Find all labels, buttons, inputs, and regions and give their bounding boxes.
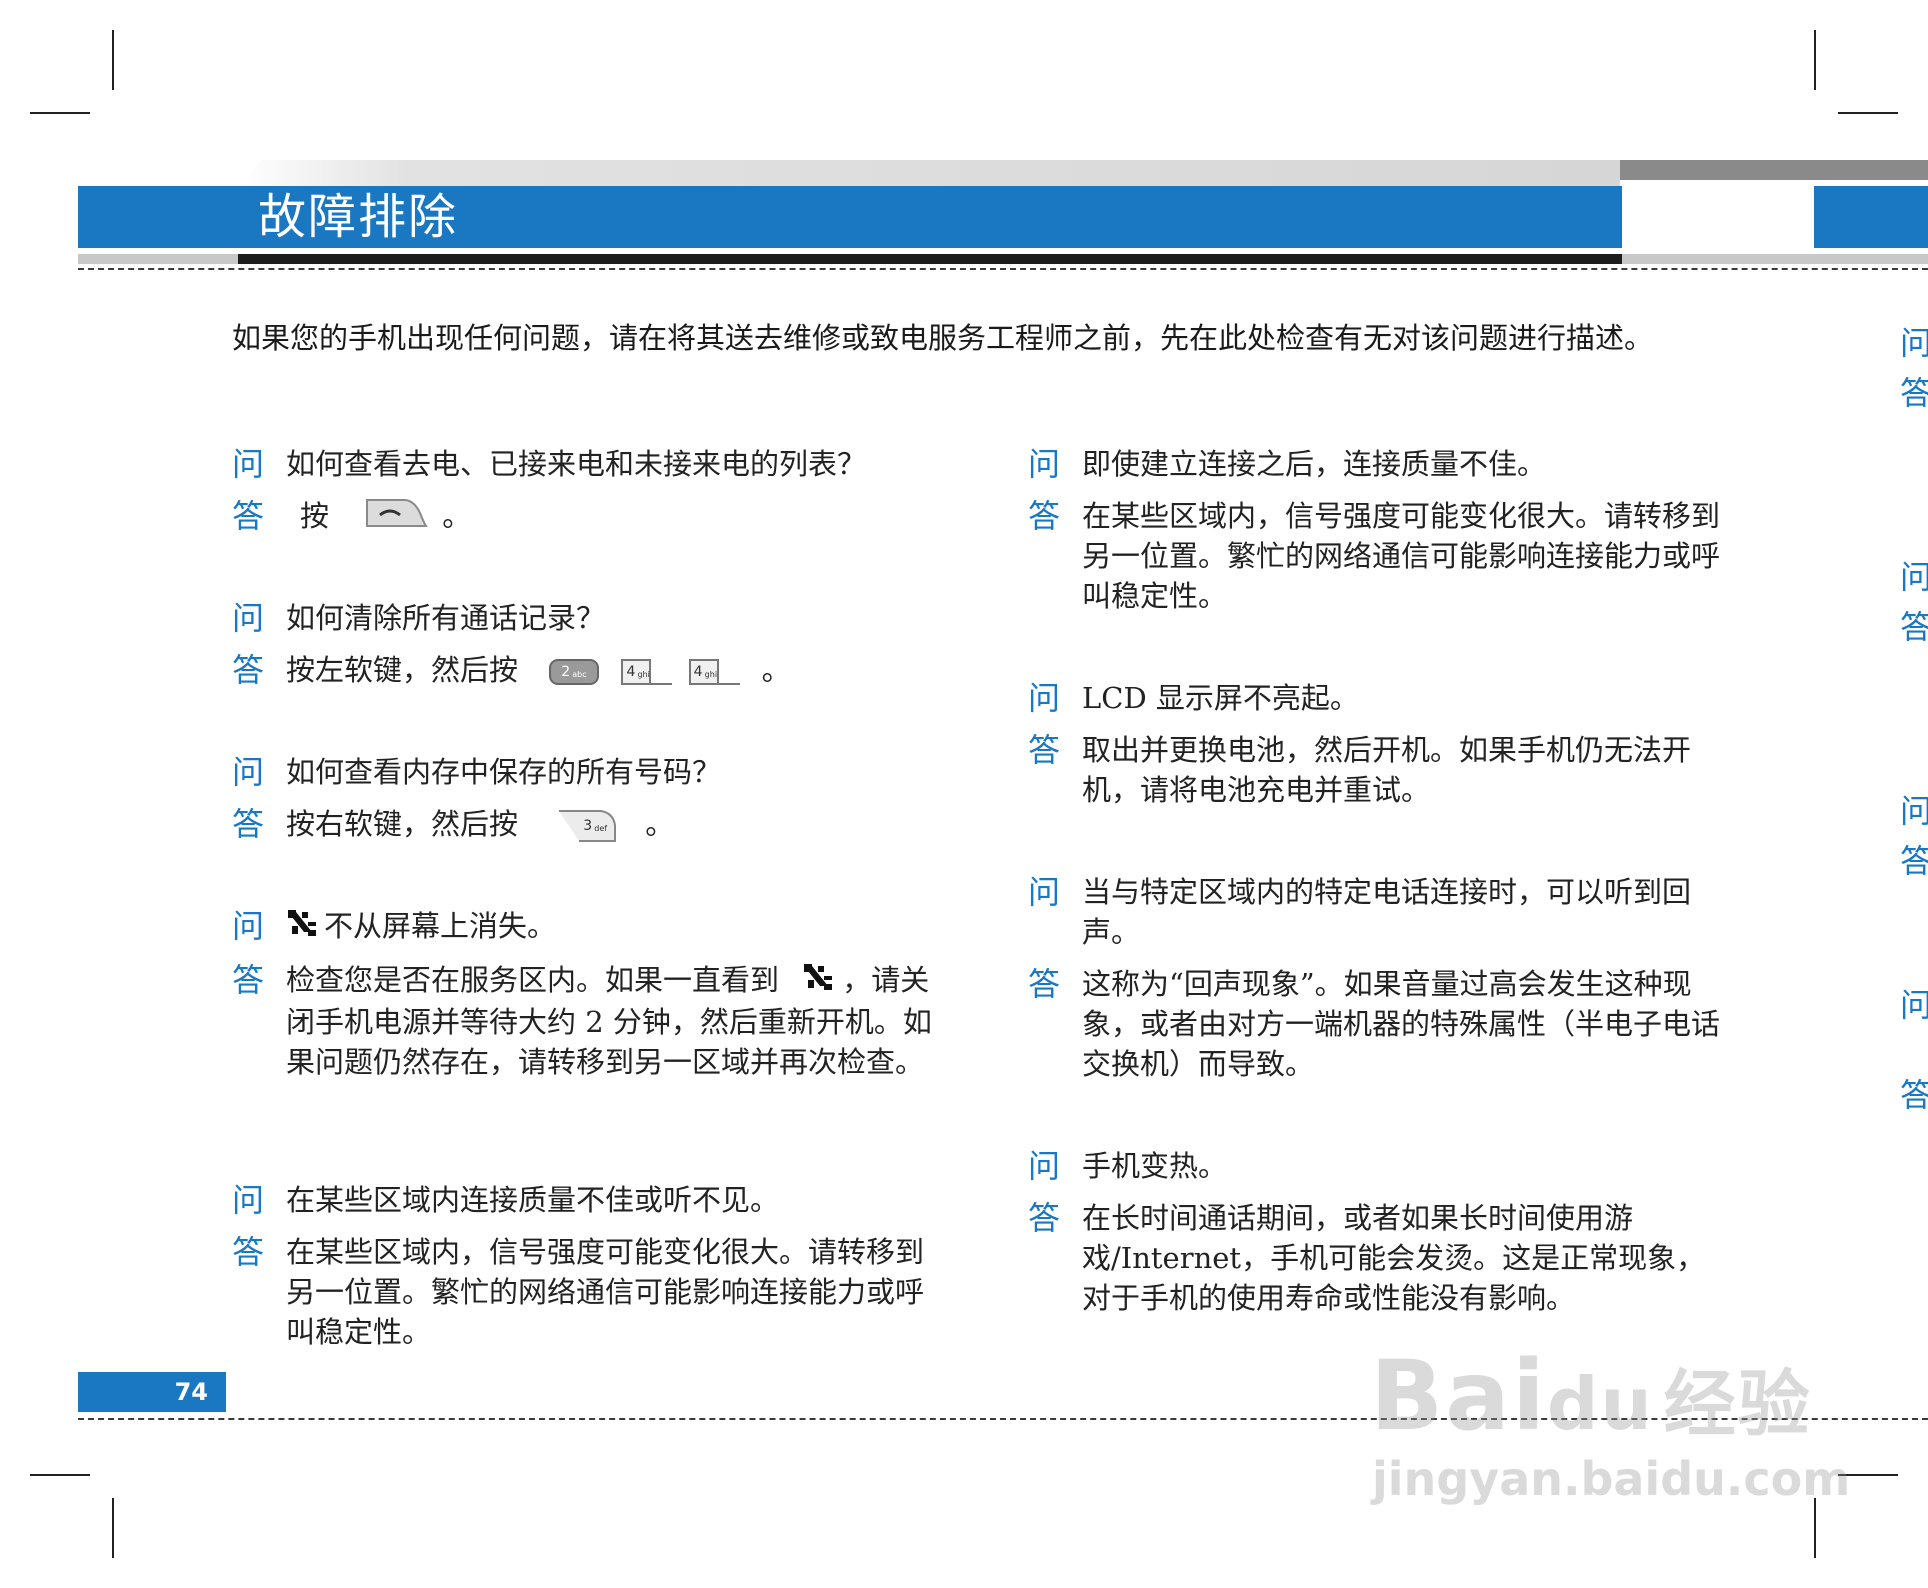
qa-item: 问如何清除所有通话记录？ 答按左软键，然后按 2 abc 4 ghi 4 ghi… xyxy=(232,598,932,690)
answer-marker: 答 xyxy=(1028,1199,1061,1237)
answer-suffix: 。 xyxy=(645,807,675,841)
crop-mark xyxy=(1838,112,1898,114)
answer-text: 检查您是否在服务区内。如果一直看到 xyxy=(286,963,780,997)
edge-question-marker: 问 xyxy=(1900,986,1928,1024)
answer-text: 取出并更换电池，然后开机。如果手机仍无法开机，请将电池充电并重试。 xyxy=(1082,733,1692,807)
crop-mark xyxy=(1814,30,1816,90)
crop-mark xyxy=(112,1498,114,1558)
page-number: 74 xyxy=(78,1372,226,1412)
answer-marker: 答 xyxy=(232,497,265,535)
crop-mark xyxy=(1814,1498,1816,1558)
qa-item: 问 LCD 显示屏不亮起。 答取出并更换电池，然后开机。如果手机仍无法开机，请将电… xyxy=(1028,678,1728,810)
send-key-icon xyxy=(364,497,429,539)
answer-marker: 答 xyxy=(232,1233,265,1271)
key-4-icon: 4 ghi xyxy=(688,658,742,686)
question-text: 不从屏幕上消失。 xyxy=(324,909,557,943)
key-2-icon: 2 abc xyxy=(549,658,600,686)
question-text: 如何查看去电、已接来电和未接来电的列表？ xyxy=(286,447,867,481)
banner-strip xyxy=(238,254,1622,264)
banner-strip xyxy=(78,254,238,264)
answer-suffix: 。 xyxy=(761,653,791,687)
question-text: LCD 显示屏不亮起。 xyxy=(1082,681,1359,715)
answer-text: 按 xyxy=(300,499,330,533)
question-marker: 问 xyxy=(1028,1147,1061,1185)
edge-question-marker: 问 xyxy=(1900,324,1928,362)
qa-item: 问当与特定区域内的特定电话连接时，可以听到回声。 答这称为“回声现象”。如果音量… xyxy=(1028,872,1728,1084)
answer-marker: 答 xyxy=(1028,731,1061,769)
crop-mark xyxy=(30,112,90,114)
answer-marker: 答 xyxy=(1028,497,1061,535)
question-marker: 问 xyxy=(232,753,265,791)
no-service-icon xyxy=(286,908,318,948)
baidu-watermark-url: jingyan.baidu.com xyxy=(1372,1452,1851,1506)
edge-answer-marker: 答 xyxy=(1900,1076,1928,1114)
answer-text: 在某些区域内，信号强度可能变化很大。请转移到另一位置。繁忙的网络通信可能影响连接… xyxy=(286,1235,925,1349)
qa-item: 问即使建立连接之后，连接质量不佳。 答在某些区域内，信号强度可能变化很大。请转移… xyxy=(1028,444,1728,616)
answer-text: 在某些区域内，信号强度可能变化很大。请转移到另一位置。繁忙的网络通信可能影响连接… xyxy=(1082,499,1721,613)
edge-answer-marker: 答 xyxy=(1900,374,1928,412)
qa-item: 问如何查看去电、已接来电和未接来电的列表？ 答 按 。 xyxy=(232,444,932,539)
answer-text: 在长时间通话期间，或者如果长时间使用游戏/Internet，手机可能会发烫。这是… xyxy=(1082,1201,1706,1315)
question-text: 在某些区域内连接质量不佳或听不见。 xyxy=(286,1183,780,1217)
title-banner-edge xyxy=(1814,186,1928,248)
qa-item: 问 不从屏幕上消失。 答检查您是否在服务区内。如果一直看到 ，请关闭手机电源并等… xyxy=(232,906,932,1082)
question-marker: 问 xyxy=(232,445,265,483)
banner-shadow xyxy=(240,160,1620,186)
edge-answer-marker: 答 xyxy=(1900,842,1928,880)
question-marker: 问 xyxy=(1028,445,1061,483)
qa-item: 问在某些区域内连接质量不佳或听不见。 答在某些区域内，信号强度可能变化很大。请转… xyxy=(232,1180,932,1352)
answer-marker: 答 xyxy=(232,961,265,999)
banner-strip xyxy=(1622,254,1928,264)
header-dashed-rule xyxy=(78,268,1928,270)
answer-text: 这称为“回声现象”。如果音量过高会发生这种现象，或者由对方一端机器的特殊属性（半… xyxy=(1082,967,1721,1081)
edge-answer-marker: 答 xyxy=(1900,608,1928,646)
answer-text: 按左软键，然后按 xyxy=(286,653,519,687)
answer-marker: 答 xyxy=(1028,965,1061,1003)
question-marker: 问 xyxy=(1028,679,1061,717)
crop-mark xyxy=(112,30,114,90)
crop-mark xyxy=(30,1474,90,1476)
question-marker: 问 xyxy=(1028,873,1061,911)
question-text: 即使建立连接之后，连接质量不佳。 xyxy=(1082,447,1547,481)
question-text: 如何查看内存中保存的所有号码？ xyxy=(286,755,722,789)
intro-text: 如果您的手机出现任何问题，请在将其送去维修或致电服务工程师之前，先在此处检查有无… xyxy=(232,321,1654,355)
key-3-icon: 3 def xyxy=(557,809,619,843)
qa-item: 问手机变热。 答在长时间通话期间，或者如果长时间使用游戏/Internet，手机… xyxy=(1028,1146,1728,1318)
key-4-icon: 4 ghi xyxy=(620,658,674,686)
answer-text: 按右软键，然后按 xyxy=(286,807,519,841)
question-marker: 问 xyxy=(232,907,265,945)
page-title: 故障排除 xyxy=(258,189,459,245)
answer-suffix: 。 xyxy=(442,499,472,533)
question-text: 手机变热。 xyxy=(1082,1149,1228,1183)
question-marker: 问 xyxy=(232,1181,265,1219)
question-marker: 问 xyxy=(232,599,265,637)
answer-marker: 答 xyxy=(232,805,265,843)
banner-gray-band xyxy=(1620,160,1928,180)
baidu-watermark-logo: Baidu 经验 xyxy=(1370,1340,1812,1452)
no-service-icon xyxy=(802,962,834,1002)
answer-marker: 答 xyxy=(232,651,265,689)
edge-question-marker: 问 xyxy=(1900,558,1928,596)
question-text: 如何清除所有通话记录？ xyxy=(286,601,606,635)
question-text: 当与特定区域内的特定电话连接时，可以听到回声。 xyxy=(1082,875,1692,949)
qa-item: 问如何查看内存中保存的所有号码？ 答按右软键，然后按 3 def 。 xyxy=(232,752,932,844)
edge-question-marker: 问 xyxy=(1900,792,1928,830)
